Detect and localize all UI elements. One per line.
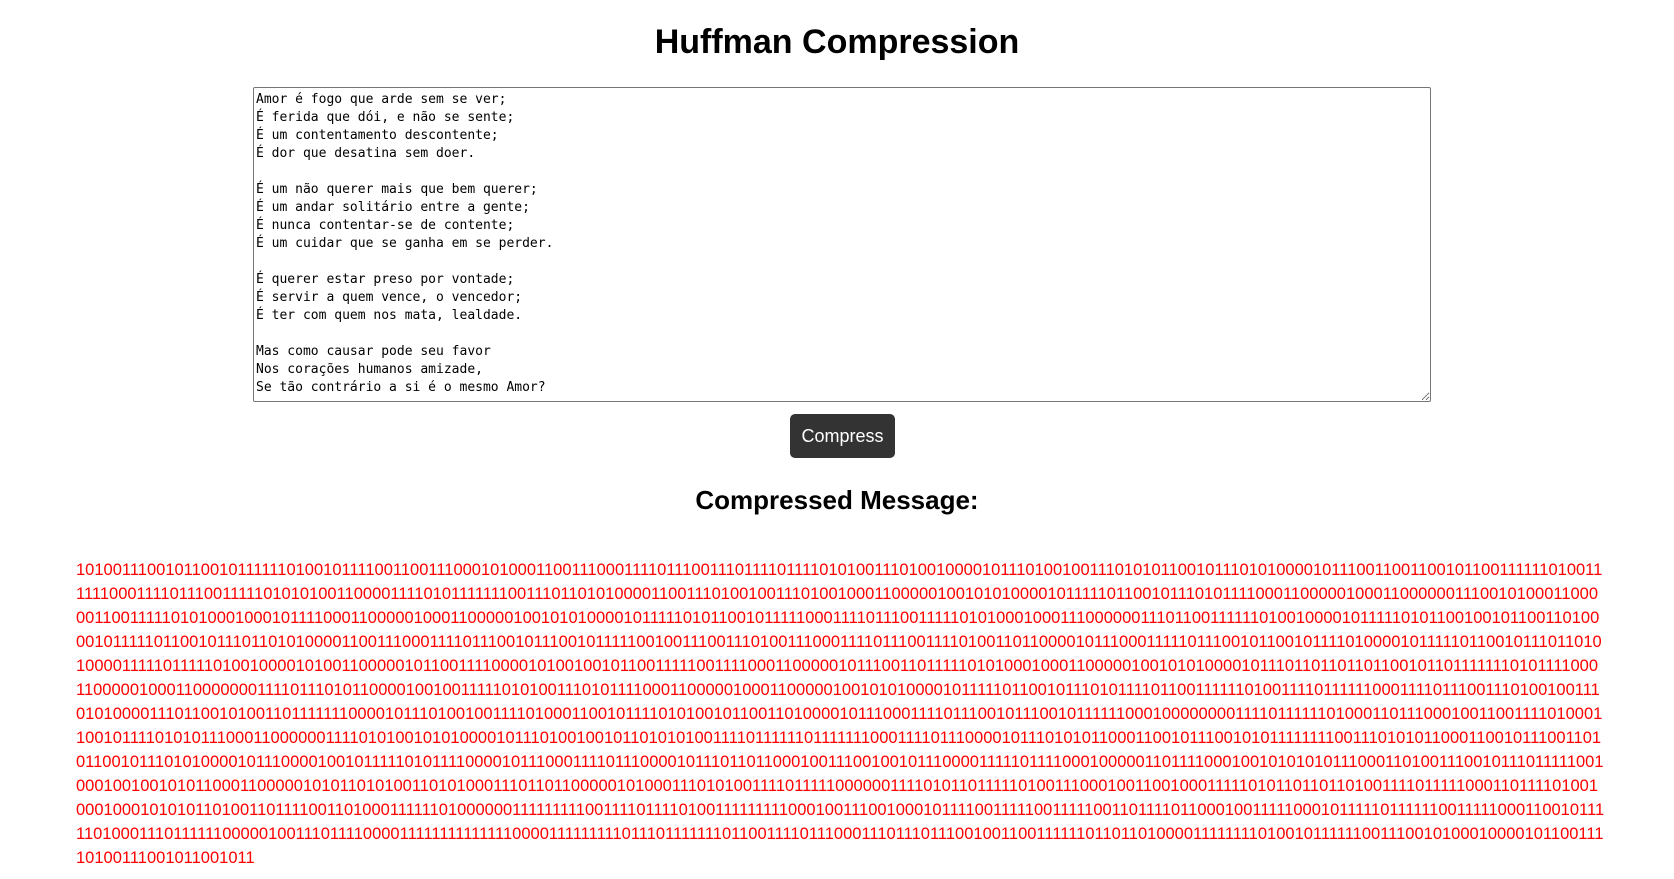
compress-button[interactable]: Compress	[790, 414, 895, 458]
compressed-message-heading: Compressed Message:	[695, 485, 979, 515]
message-textarea[interactable]: Amor é fogo que arde sem se ver; É ferid…	[253, 87, 1431, 402]
page-title: Huffman Compression	[654, 23, 1020, 61]
compressed-message-output: 1010011100101100101111110100101111001100…	[76, 561, 1605, 867]
